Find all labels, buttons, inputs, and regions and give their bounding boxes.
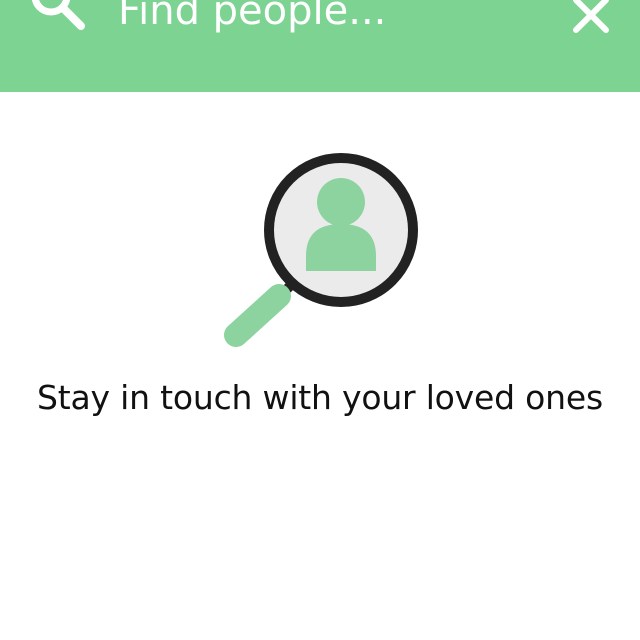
- search-input[interactable]: [118, 0, 538, 38]
- find-people-screen: Stay in touch with your loved ones: [0, 0, 640, 640]
- search-bar: [0, 0, 640, 92]
- magnifier-person-icon: [224, 153, 418, 347]
- close-button[interactable]: [566, 0, 616, 40]
- empty-state-message: Stay in touch with your loved ones: [37, 378, 603, 417]
- search-icon: [31, 0, 85, 30]
- close-icon: [573, 0, 609, 33]
